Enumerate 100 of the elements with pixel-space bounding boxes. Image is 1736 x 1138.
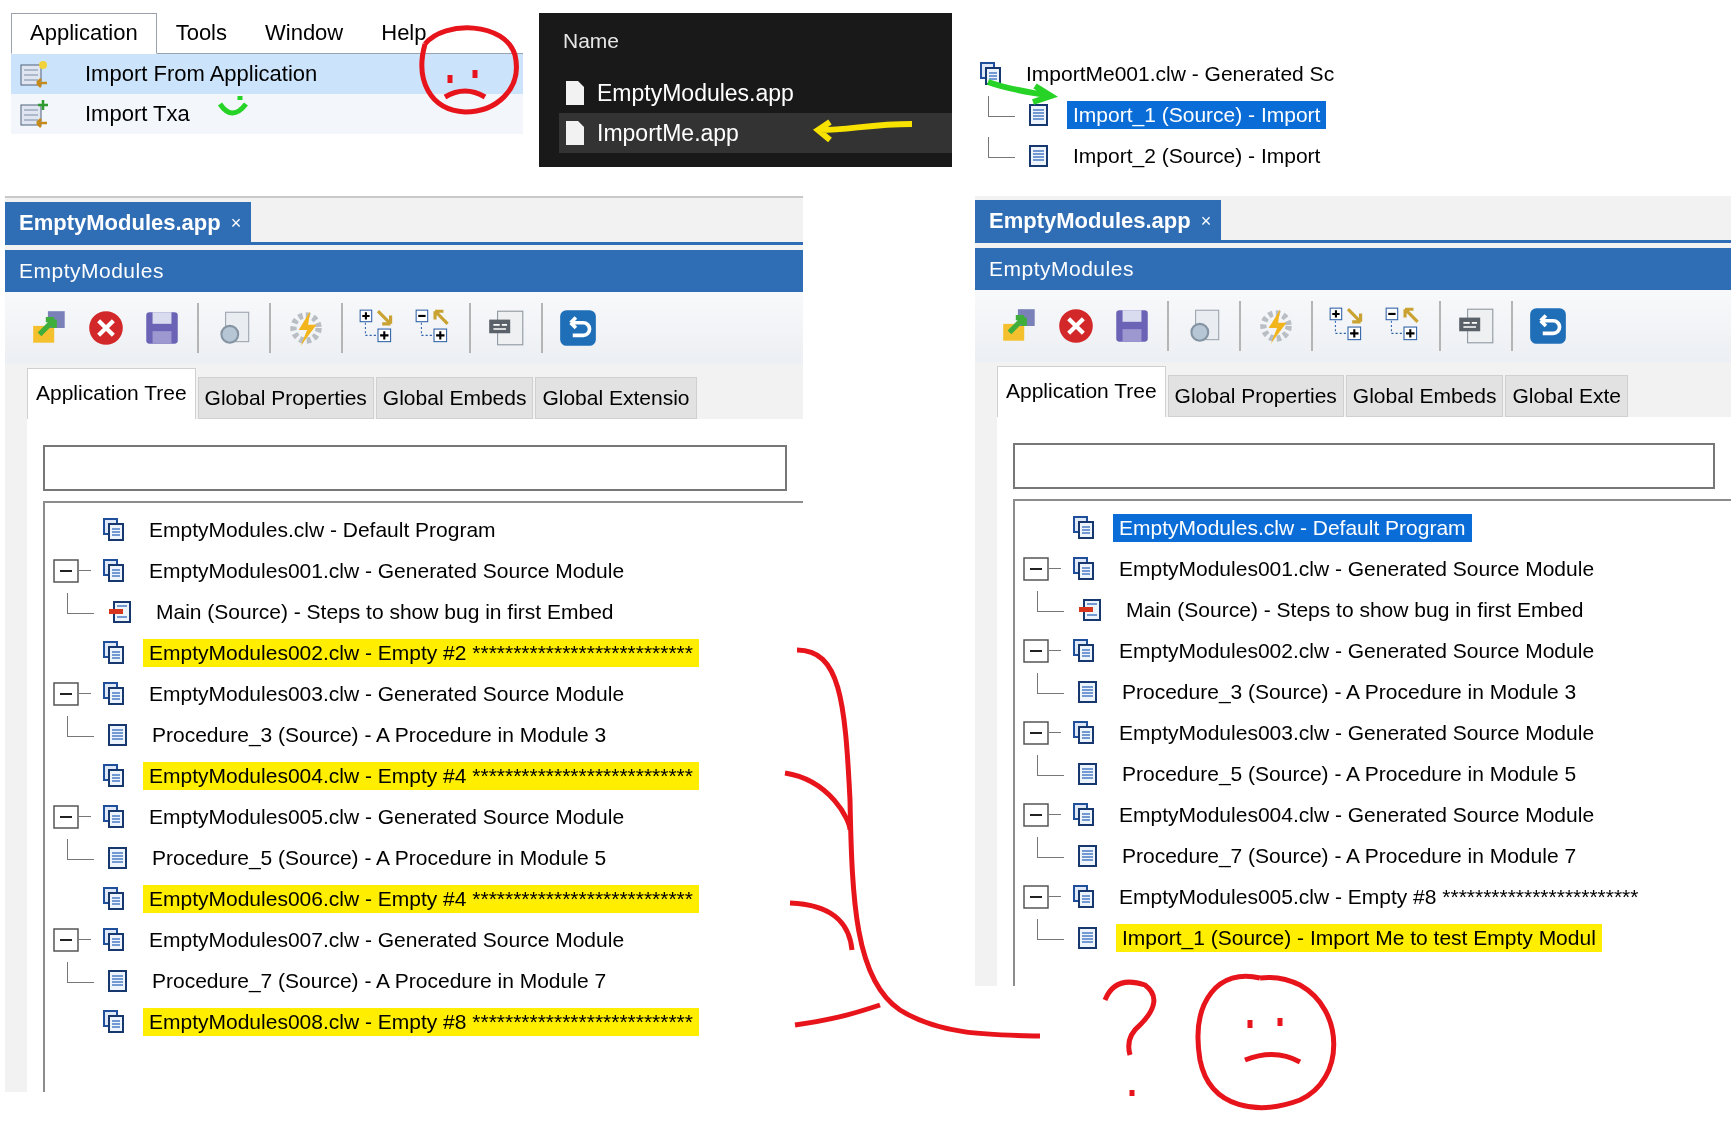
menu-tab[interactable]: Application	[11, 13, 157, 54]
tree-item[interactable]: EmptyModules003.clw - Generated Source Module	[1113, 718, 1601, 747]
panel-title: EmptyModules	[5, 250, 803, 292]
module-icon	[103, 681, 125, 706]
tree-item[interactable]: EmptyModules002.clw - Empty #2 ***************************	[143, 638, 699, 667]
menu-tab[interactable]: Help	[362, 13, 446, 53]
module-icon	[1073, 515, 1095, 540]
menu-item[interactable]: Import From Application	[11, 54, 523, 94]
tree-connector	[1037, 591, 1064, 612]
tree-item[interactable]: Procedure_5 (Source) - A Procedure in Module 5	[146, 843, 613, 872]
tab[interactable]: Global Exte	[1505, 375, 1628, 417]
module-icon	[103, 558, 125, 583]
module-icon	[103, 517, 125, 542]
collapse-toggle[interactable]	[53, 558, 79, 583]
tab[interactable]: Global Embeds	[375, 377, 534, 419]
tree-item[interactable]: Procedure_3 (Source) - A Procedure in Module 3	[146, 720, 613, 749]
tree-item[interactable]: Main (Source) - Steps to show bug in first Embed	[150, 597, 620, 626]
menu-item[interactable]: Import Txa	[11, 94, 523, 134]
main-procedure-icon	[1078, 598, 1102, 621]
tree-item[interactable]: EmptyModules004.clw - Generated Source Module	[1113, 800, 1601, 829]
collapse-toggle[interactable]	[1023, 884, 1049, 909]
menu-tab[interactable]: Tools	[156, 13, 246, 53]
tree-item[interactable]: EmptyModules.clw - Default Program	[1113, 513, 1472, 542]
undo-icon[interactable]	[1527, 305, 1569, 347]
tree-item[interactable]: Import_1 (Source) - Import Me to test Empty Modul	[1116, 923, 1602, 952]
file-icon	[565, 120, 585, 146]
tree-connector	[1037, 673, 1064, 694]
tree-item[interactable]: Procedure_7 (Source) - A Procedure in Module 7	[146, 966, 613, 995]
collapse-toggle[interactable]	[53, 927, 79, 952]
collapse-toggle[interactable]	[1023, 638, 1049, 663]
file-item[interactable]: ImportMe.app	[559, 113, 952, 153]
collapse-toggle[interactable]	[1023, 802, 1049, 827]
search-field[interactable]	[1013, 443, 1715, 489]
tree-connector	[988, 96, 1015, 117]
close-button[interactable]: ×	[1200, 210, 1212, 232]
tree-item[interactable]: EmptyModules008.clw - Empty #8 ***************************	[143, 1007, 699, 1036]
document-icon	[1078, 926, 1098, 949]
document-icon	[108, 969, 128, 992]
document-tab[interactable]: EmptyModules.app ×	[5, 202, 252, 242]
module-icon	[103, 804, 125, 829]
collapse-toggle[interactable]	[1023, 556, 1049, 581]
tree-item[interactable]: EmptyModules.clw - Default Program	[143, 515, 502, 544]
tab[interactable]: Global Properties	[197, 377, 374, 419]
tree-item[interactable]: EmptyModules003.clw - Generated Source Module	[143, 679, 631, 708]
document-icon	[1078, 680, 1098, 703]
tree-item[interactable]: Procedure_5 (Source) - A Procedure in Module 5	[1116, 759, 1583, 788]
column-header[interactable]: Name	[539, 15, 952, 73]
tree-item[interactable]: EmptyModules005.clw - Empty #8 ************************	[1113, 882, 1645, 911]
tree-item[interactable]: Main (Source) - Steps to show bug in first Embed	[1120, 595, 1590, 624]
tree-connector	[1037, 755, 1064, 776]
tree-connector	[67, 839, 94, 860]
tree-item[interactable]: Procedure_7 (Source) - A Procedure in Module 7	[1116, 841, 1583, 870]
module-icon	[103, 927, 125, 952]
module-icon	[1073, 720, 1095, 745]
tree-connector	[988, 137, 1015, 158]
module-icon	[1073, 884, 1095, 909]
import-icon	[19, 59, 49, 89]
search-field[interactable]	[43, 445, 787, 491]
tab[interactable]: Application Tree	[27, 368, 196, 419]
close-button[interactable]: ×	[230, 212, 242, 234]
tree-connector	[1037, 837, 1064, 858]
tree-item[interactable]: ImportMe001.clw - Generated Sc	[1020, 59, 1341, 88]
tab[interactable]: Global Embeds	[1345, 375, 1504, 417]
document-icon	[108, 846, 128, 869]
menu-tab[interactable]: Window	[246, 13, 363, 53]
tree-item[interactable]: Procedure_3 (Source) - A Procedure in Module 3	[1116, 677, 1583, 706]
tree-connector	[67, 962, 94, 983]
tab[interactable]: Application Tree	[997, 366, 1166, 417]
document-tab[interactable]: EmptyModules.app ×	[975, 200, 1222, 240]
undo-icon[interactable]	[557, 307, 599, 349]
document-icon	[1029, 103, 1049, 126]
module-icon	[103, 763, 125, 788]
main-procedure-icon	[108, 600, 132, 623]
smile-doodle	[217, 93, 249, 116]
tree-item[interactable]: EmptyModules002.clw - Generated Source Module	[1113, 636, 1601, 665]
module-icon	[1073, 802, 1095, 827]
module-icon	[980, 61, 1002, 86]
tree-item[interactable]: EmptyModules005.clw - Generated Source Module	[143, 802, 631, 831]
tree-item[interactable]: EmptyModules001.clw - Generated Source Module	[143, 556, 631, 585]
module-icon	[1073, 638, 1095, 663]
collapse-toggle[interactable]	[53, 681, 79, 706]
collapse-toggle[interactable]	[53, 804, 79, 829]
module-icon	[1073, 556, 1095, 581]
file-item[interactable]: EmptyModules.app	[559, 73, 952, 113]
tree-item[interactable]: EmptyModules007.clw - Generated Source Module	[143, 925, 631, 954]
tab[interactable]: Global Properties	[1167, 375, 1344, 417]
tree-item[interactable]: Import_1 (Source) - Import	[1067, 100, 1327, 129]
tree-item[interactable]: EmptyModules001.clw - Generated Source Module	[1113, 554, 1601, 583]
tab[interactable]: Global Extensio	[535, 377, 697, 419]
module-icon	[103, 1009, 125, 1034]
document-icon	[1029, 144, 1049, 167]
tree-connector	[67, 593, 94, 614]
tree-item[interactable]: EmptyModules006.clw - Empty #4 ***************************	[143, 884, 699, 913]
tree-item[interactable]: Import_2 (Source) - Import	[1067, 141, 1327, 170]
document-icon	[108, 723, 128, 746]
tree-item[interactable]: EmptyModules004.clw - Empty #4 ***************************	[143, 761, 699, 790]
module-icon	[103, 640, 125, 665]
tree-connector	[1037, 919, 1064, 940]
panel-title: EmptyModules	[975, 248, 1731, 290]
collapse-toggle[interactable]	[1023, 720, 1049, 745]
